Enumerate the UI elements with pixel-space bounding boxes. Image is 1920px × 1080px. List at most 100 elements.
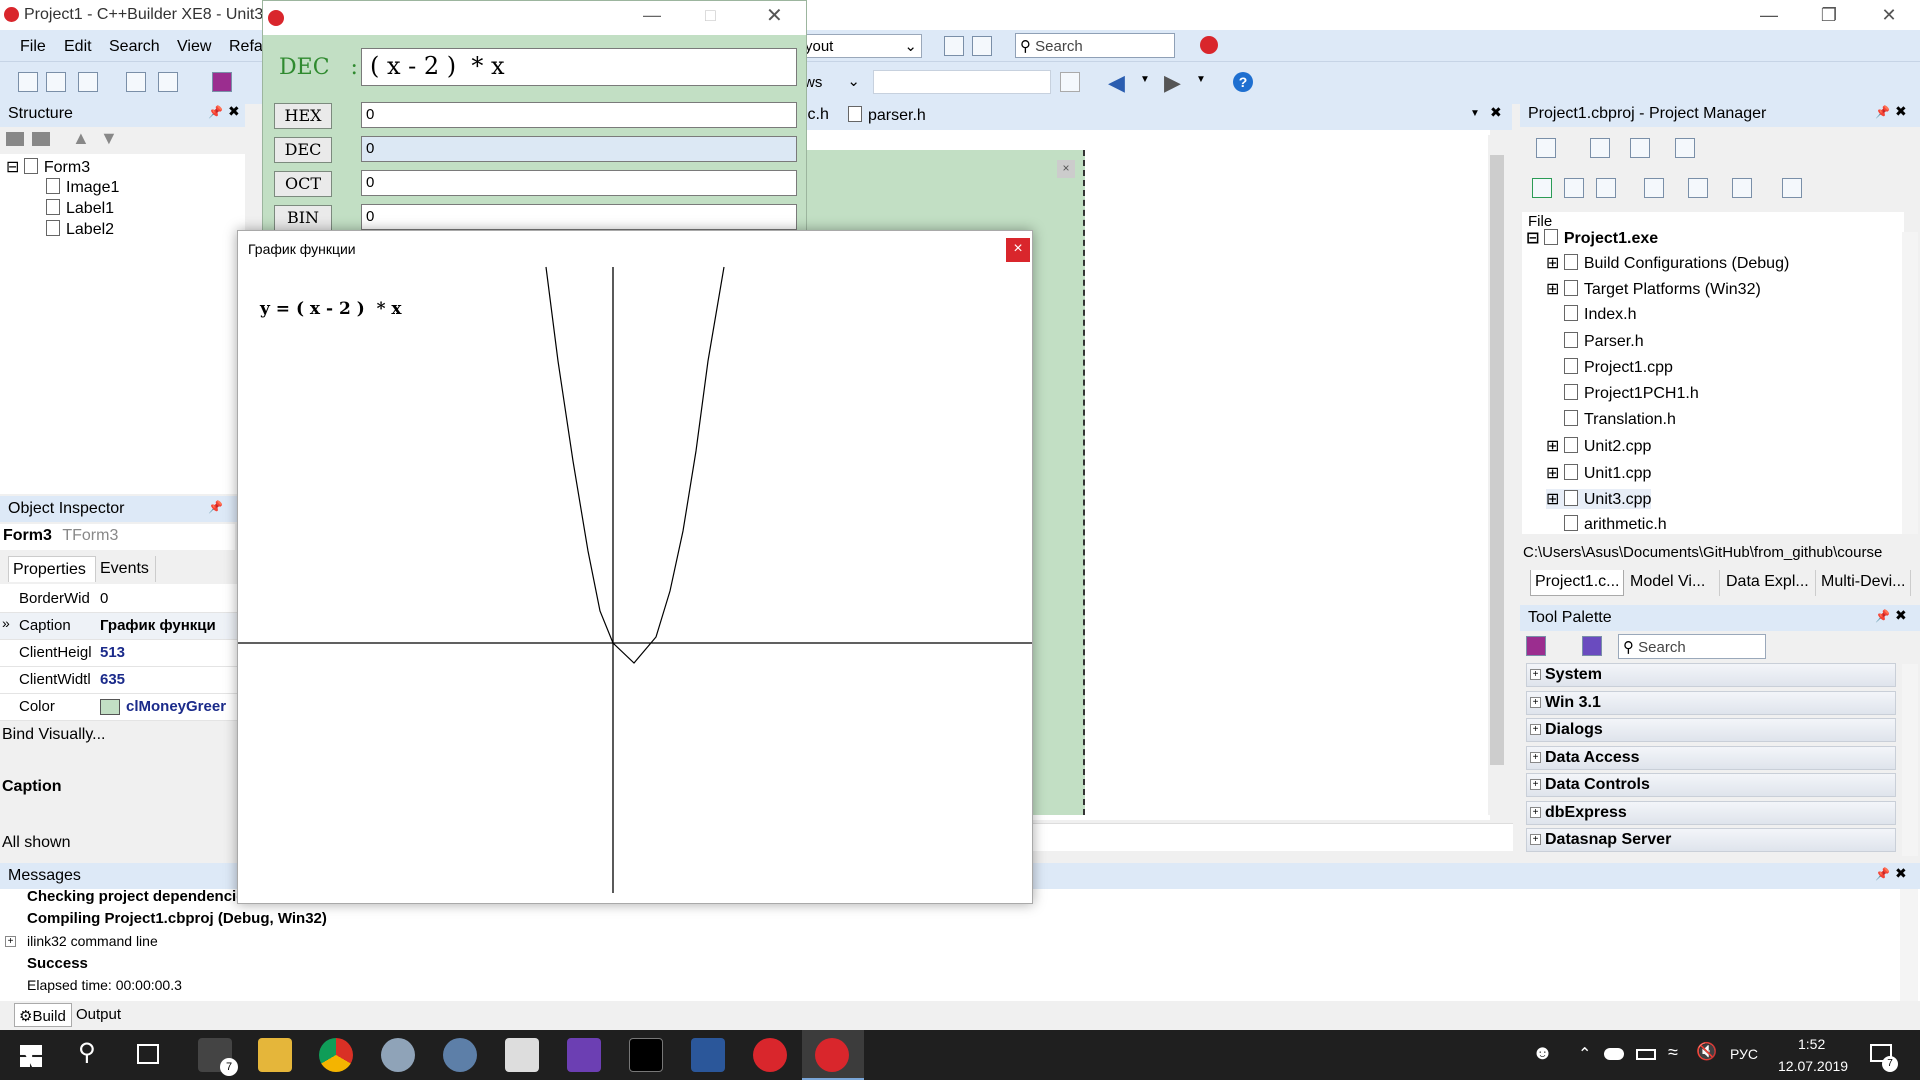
tree-item-label2[interactable]: Label2 [46, 220, 114, 239]
help-icon[interactable]: ? [1233, 72, 1253, 92]
project-file-item[interactable]: Project1PCH1.h [1564, 384, 1699, 403]
save-icon[interactable] [212, 72, 232, 92]
project-file-item[interactable]: ⊞ Unit2.cpp [1546, 436, 1651, 456]
list-icon[interactable] [1644, 178, 1664, 198]
project-file-item[interactable]: ⊞ Unit1.cpp [1546, 463, 1651, 483]
expression-input[interactable]: ( x - 2 ) * x [361, 48, 797, 86]
property-value[interactable]: 635 [100, 671, 235, 688]
bind-visually-link[interactable]: Bind Visually... [2, 726, 105, 744]
platform-combo[interactable]: ws ⌄ [800, 72, 862, 94]
close-icon[interactable]: ✖ [1895, 103, 1907, 120]
project-root-item[interactable]: ⊟ Project1.exe [1526, 228, 1658, 248]
property-row[interactable]: Color clMoneyGreer [0, 694, 237, 721]
designer-close-icon[interactable]: × [1057, 160, 1075, 178]
task-view-icon[interactable] [137, 1044, 159, 1064]
chevron-down-icon[interactable]: ▼ [1196, 74, 1206, 85]
expand-all-icon[interactable] [1564, 178, 1584, 198]
close-icon[interactable]: ✖ [1895, 865, 1907, 882]
editor-scroll-thumb[interactable] [1490, 155, 1504, 765]
expand-icon[interactable]: + [5, 936, 16, 947]
expand-icon[interactable]: ⊞ [1546, 465, 1559, 482]
hex-button[interactable]: HEX [274, 103, 332, 129]
cpp-builder-app-icon[interactable] [753, 1038, 787, 1072]
new-file-icon[interactable] [18, 72, 38, 92]
minimize-button[interactable]: — [1740, 0, 1798, 30]
inspector-tab-properties[interactable]: Properties [8, 556, 96, 582]
onedrive-icon[interactable] [1604, 1048, 1624, 1060]
property-row[interactable]: ClientWidtl 635 [0, 667, 237, 694]
message-line[interactable]: Success [27, 955, 88, 972]
project-file-item[interactable]: Parser.h [1564, 331, 1644, 351]
project-manager-tab[interactable]: Model Vi... [1626, 570, 1720, 596]
palette-search-box[interactable]: ⚲ Search [1618, 634, 1766, 659]
message-line[interactable]: Elapsed time: 00:00:00.3 [27, 977, 182, 993]
visual-studio-icon[interactable] [567, 1038, 601, 1072]
menu-edit[interactable]: Edit [64, 38, 92, 56]
calc-close-button[interactable]: ✕ [766, 3, 783, 28]
chevron-down-icon[interactable]: ▼ [1140, 74, 1150, 85]
save-all-icon[interactable] [78, 72, 98, 92]
refresh-icon[interactable] [1532, 178, 1552, 198]
pin-icon[interactable]: 📌 [1875, 609, 1890, 623]
cpp-builder-logo-icon[interactable] [1200, 36, 1218, 54]
forward-arrow-icon[interactable]: ▶ [1164, 70, 1181, 96]
toolbar-icon-1[interactable] [944, 36, 964, 56]
palette-category[interactable]: + dbExpress [1526, 800, 1896, 825]
layout-combo[interactable]: yout ⌄ [800, 34, 922, 58]
palette-category[interactable]: + Win 3.1 [1526, 690, 1896, 715]
build-config-icon[interactable] [1688, 178, 1708, 198]
expand-icon[interactable]: ⊞ [1546, 281, 1559, 298]
sync-icon[interactable] [1782, 178, 1802, 198]
project-tree-scrollbar[interactable] [1902, 232, 1918, 534]
tab-dropdown-icon[interactable]: ▼ [1470, 108, 1480, 119]
palette-category[interactable]: + Datasnap Server [1526, 828, 1896, 852]
expand-icon[interactable]: ⊞ [1546, 255, 1559, 272]
menu-refactor[interactable]: Refa [229, 38, 263, 56]
folder-icon[interactable] [32, 132, 50, 146]
palette-scrollbar[interactable] [1902, 664, 1918, 856]
toolbar-icon-2[interactable] [972, 36, 992, 56]
palette-category[interactable]: + Data Controls [1526, 773, 1896, 797]
clock-time[interactable]: 1:52 [1798, 1036, 1825, 1052]
bin-button[interactable]: BIN [274, 205, 332, 231]
calc-minimize-button[interactable]: — [643, 5, 661, 26]
property-value[interactable]: 0 [100, 590, 235, 607]
palette-category[interactable]: + Dialogs [1526, 718, 1896, 742]
paint3d-app-icon[interactable] [443, 1038, 477, 1072]
terminal-icon[interactable] [629, 1038, 663, 1072]
project-file-item[interactable]: Index.h [1564, 305, 1636, 324]
language-indicator[interactable]: РУС [1730, 1046, 1758, 1062]
inspector-object-selector[interactable]: Form3 TForm3 [0, 524, 235, 550]
project-manager-tab[interactable]: Data Expl... [1722, 570, 1816, 596]
editor-hscroll[interactable] [1033, 823, 1513, 851]
project-file-item[interactable]: arithmetic.h [1564, 515, 1667, 534]
editor-tab-parser[interactable]: parser.h [848, 106, 926, 125]
property-value[interactable]: 513 [100, 644, 235, 661]
deploy-icon[interactable] [1732, 178, 1752, 198]
file-explorer-icon[interactable] [258, 1038, 292, 1072]
close-button[interactable]: ✕ [1860, 0, 1918, 30]
add-icon[interactable] [1590, 138, 1610, 158]
collapse-all-icon[interactable] [1596, 178, 1616, 198]
cpp-builder-app-icon[interactable] [815, 1038, 849, 1072]
menu-search[interactable]: Search [109, 38, 160, 56]
folder-icon[interactable] [1630, 138, 1650, 158]
hex-field[interactable]: 0 [361, 102, 797, 128]
tree-item-image1[interactable]: Image1 [46, 178, 119, 197]
chevron-up-icon[interactable]: ⌃ [1578, 1044, 1591, 1064]
folder-icon[interactable] [6, 132, 24, 146]
store-app-icon[interactable] [505, 1038, 539, 1072]
pin-icon[interactable]: 📌 [208, 500, 223, 514]
close-icon[interactable]: ✖ [1895, 607, 1907, 624]
dec-field[interactable]: 0 [361, 136, 797, 162]
back-arrow-icon[interactable]: ◀ [1108, 70, 1125, 96]
device-combo[interactable] [873, 70, 1051, 94]
up-arrow-icon[interactable]: ▲ [72, 128, 90, 149]
dec-button[interactable]: DEC [274, 137, 332, 163]
view-icon[interactable] [1675, 138, 1695, 158]
volume-icon[interactable]: 🔇 [1696, 1042, 1717, 1062]
property-row[interactable]: ClientHeigl 513 [0, 640, 237, 667]
project-file-item[interactable]: ⊞ Unit3.cpp [1546, 488, 1652, 509]
people-icon[interactable]: ☻ [1532, 1042, 1553, 1065]
tree-item-form3[interactable]: ⊟ Form3 [6, 157, 90, 177]
